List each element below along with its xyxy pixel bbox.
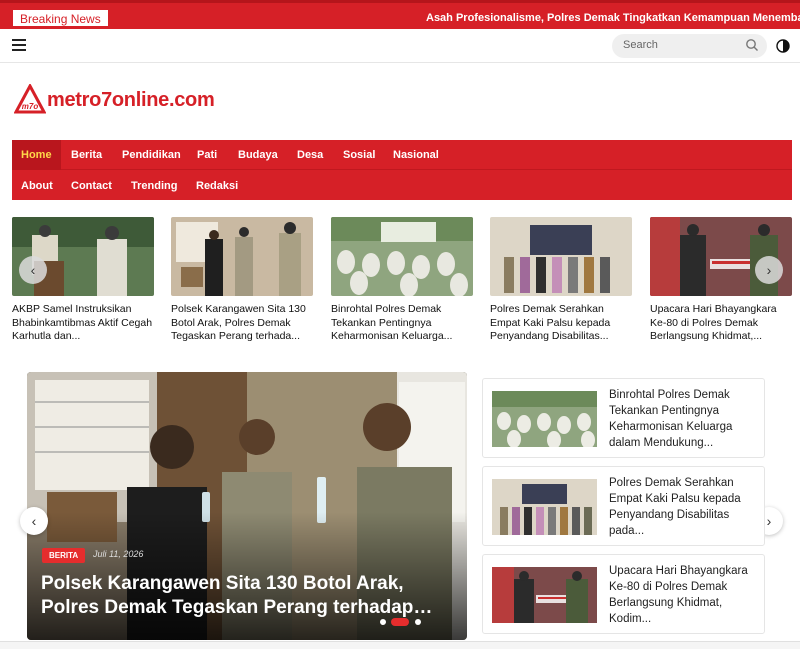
carousel-item-title[interactable]: AKBP Samel Instruksikan Bhabinkamtibmas …	[12, 303, 154, 345]
hamburger-menu-icon[interactable]	[12, 39, 26, 51]
menu-item-berita[interactable]: Berita	[62, 140, 111, 170]
featured-prev-button[interactable]: ‹	[20, 507, 48, 535]
carousel-item-image[interactable]	[171, 217, 313, 296]
site-logo[interactable]: m7o metro7online.com	[14, 84, 215, 118]
menu-item-about[interactable]: About	[12, 171, 62, 201]
menu-item-home[interactable]: Home	[12, 140, 61, 170]
featured-headline[interactable]: Polsek Karangawen Sita 130 Botol Arak, P…	[41, 572, 461, 620]
featured-category-badge[interactable]: BERITA	[42, 548, 86, 563]
menu-item-trending[interactable]: Trending	[122, 171, 186, 201]
carousel-next-button[interactable]: ›	[755, 256, 783, 284]
carousel-item[interactable]: Polres Demak Serahkan Empat Kaki Palsu k…	[490, 217, 632, 345]
side-news-image[interactable]	[492, 479, 597, 535]
carousel-item-title[interactable]: Upacara Hari Bhayangkara Ke-80 di Polres…	[650, 303, 792, 345]
side-news-image[interactable]	[492, 567, 597, 623]
menu-item-budaya[interactable]: Budaya	[229, 140, 287, 170]
menu-item-nasional[interactable]: Nasional	[384, 140, 448, 170]
side-news-image[interactable]	[492, 391, 597, 447]
breaking-news-bar: Breaking News Asah Profesionalisme, Polr…	[0, 0, 800, 29]
search-icon[interactable]	[745, 38, 759, 52]
menu-row-primary: Home Berita Pendidikan Pati Budaya Desa …	[12, 140, 792, 170]
side-news-item[interactable]: Upacara Hari Bhayangkara Ke-80 di Polres…	[482, 554, 765, 634]
featured-slider[interactable]: BERITA Juli 11, 2026 Polsek Karangawen S…	[27, 372, 467, 640]
menu-item-pendidikan[interactable]: Pendidikan	[113, 140, 190, 170]
carousel-item-title[interactable]: Polres Demak Serahkan Empat Kaki Palsu k…	[490, 303, 632, 345]
menu-row-secondary: About Contact Trending Redaksi	[12, 171, 792, 201]
menu-item-sosial[interactable]: Sosial	[334, 140, 384, 170]
logo-mark-icon: m7o	[14, 84, 46, 114]
slider-dot[interactable]	[415, 619, 421, 625]
carousel-item-title[interactable]: Binrohtal Polres Demak Tekankan Pentingn…	[331, 303, 473, 345]
carousel-item[interactable]: Polsek Karangawen Sita 130 Botol Arak, P…	[171, 217, 313, 345]
search-input[interactable]: Search	[612, 34, 767, 58]
search-placeholder: Search	[623, 39, 658, 51]
main-navigation: Home Berita Pendidikan Pati Budaya Desa …	[12, 140, 792, 200]
featured-date: Juli 11, 2026	[93, 549, 144, 559]
menu-item-redaksi[interactable]: Redaksi	[187, 171, 247, 201]
top-bar: Search	[0, 29, 800, 63]
slider-dot[interactable]	[380, 619, 386, 625]
breaking-news-label: Breaking News	[12, 9, 109, 27]
dark-mode-toggle-icon[interactable]	[776, 39, 790, 53]
news-carousel: AKBP Samel Instruksikan Bhabinkamtibmas …	[12, 217, 792, 357]
breaking-news-ticker[interactable]: Asah Profesionalisme, Polres Demak Tingk…	[426, 9, 800, 27]
side-news-title[interactable]: Upacara Hari Bhayangkara Ke-80 di Polres…	[609, 563, 759, 627]
carousel-item-title[interactable]: Polsek Karangawen Sita 130 Botol Arak, P…	[171, 303, 313, 345]
side-news-item[interactable]: Polres Demak Serahkan Empat Kaki Palsu k…	[482, 466, 765, 546]
slider-pagination	[380, 617, 450, 627]
carousel-item-image[interactable]	[331, 217, 473, 296]
slider-dot-active[interactable]	[391, 618, 409, 626]
menu-item-pati[interactable]: Pati	[188, 140, 226, 170]
page: Breaking News Asah Profesionalisme, Polr…	[0, 0, 800, 649]
menu-item-contact[interactable]: Contact	[62, 171, 121, 201]
logo-text: metro7online.com	[47, 89, 215, 111]
page-bottom-edge	[0, 641, 800, 649]
menu-item-desa[interactable]: Desa	[288, 140, 332, 170]
svg-text:m7o: m7o	[22, 102, 39, 111]
side-news-title[interactable]: Polres Demak Serahkan Empat Kaki Palsu k…	[609, 475, 759, 539]
side-news-item[interactable]: Binrohtal Polres Demak Tekankan Pentingn…	[482, 378, 765, 458]
carousel-item[interactable]: Binrohtal Polres Demak Tekankan Pentingn…	[331, 217, 473, 345]
carousel-prev-button[interactable]: ‹	[19, 256, 47, 284]
carousel-item-image[interactable]	[490, 217, 632, 296]
side-news-title[interactable]: Binrohtal Polres Demak Tekankan Pentingn…	[609, 387, 759, 451]
